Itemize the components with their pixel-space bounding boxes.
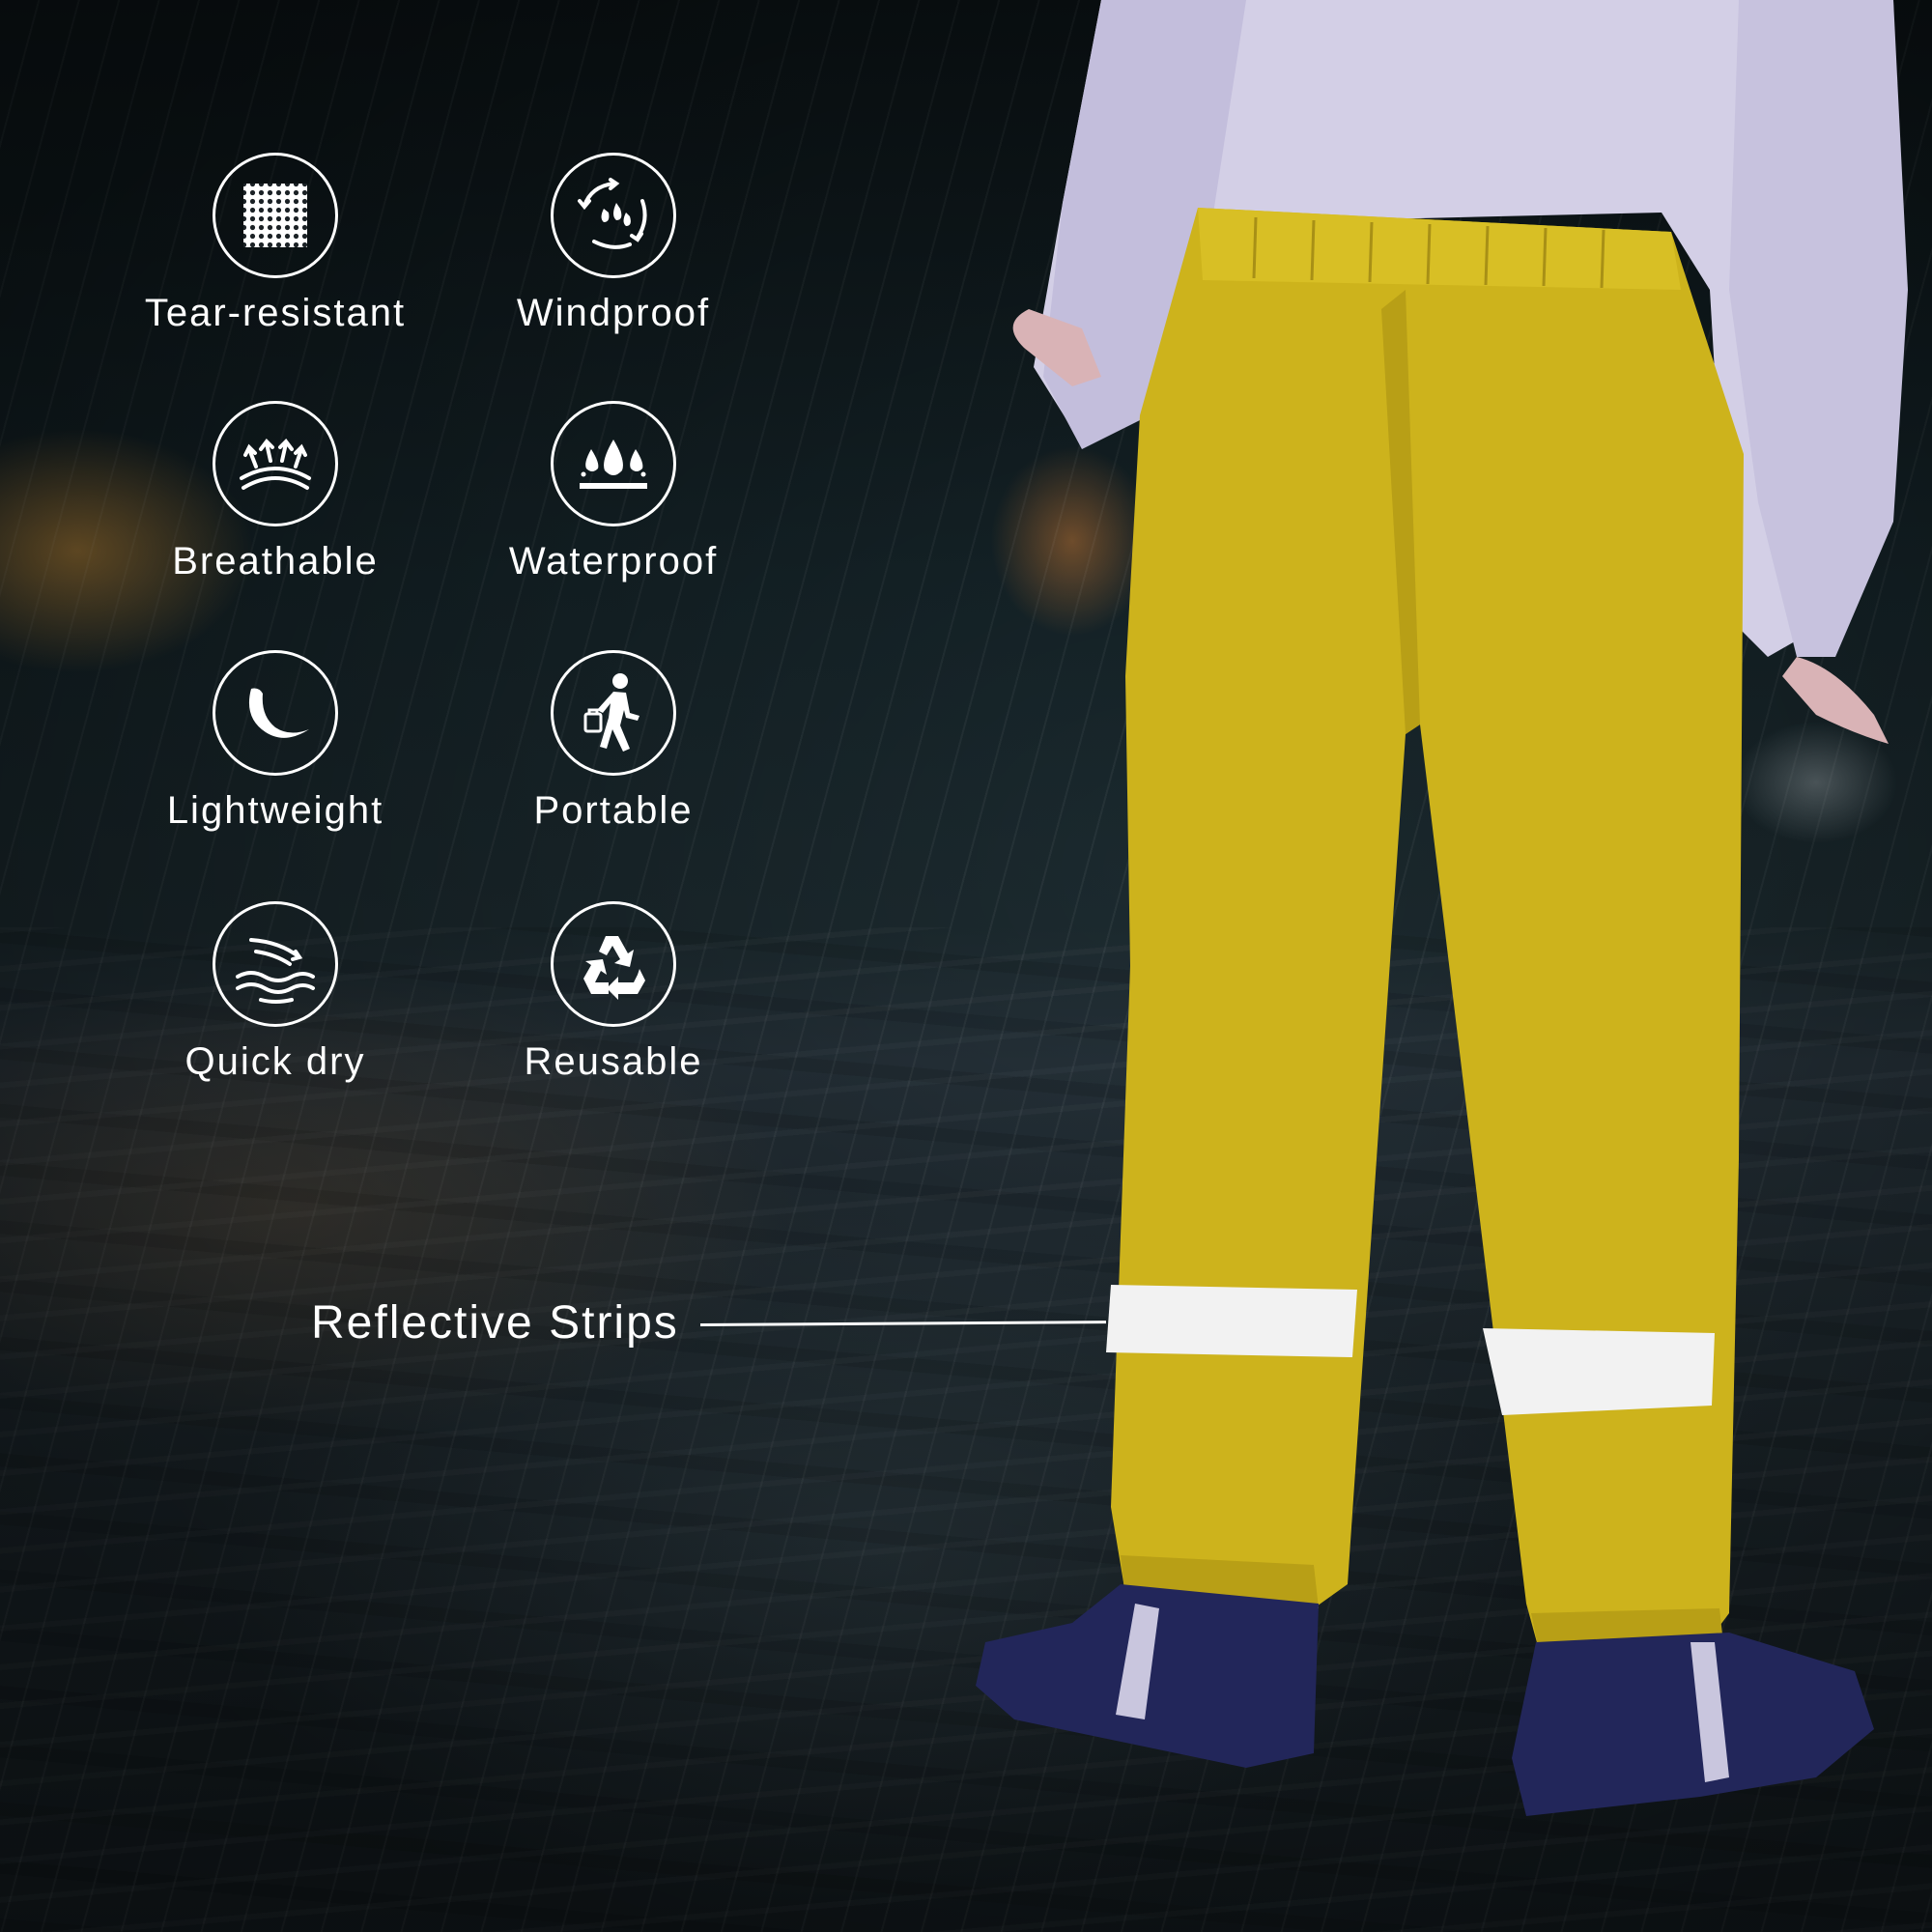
wind-waves-icon (213, 901, 338, 1027)
feature-lightweight: Lightweight (130, 650, 420, 833)
feature-label: Waterproof (508, 540, 719, 582)
feature-quick-dry: Quick dry (130, 901, 420, 1084)
feature-label: Breathable (172, 540, 379, 582)
feature-label: Quick dry (185, 1040, 366, 1083)
feature-label: Portable (533, 789, 694, 832)
feather-icon (213, 650, 338, 776)
mesh-grid-icon (213, 153, 338, 278)
wind-cycle-icon (551, 153, 676, 278)
feature-windproof: Windproof (469, 153, 758, 335)
left-reflective-strip (1106, 1285, 1357, 1357)
right-reflective-strip (1483, 1328, 1715, 1415)
feature-waterproof: Waterproof (469, 401, 758, 583)
breathable-arrows-icon (213, 401, 338, 526)
feature-label: Reusable (524, 1040, 703, 1083)
feature-label: Lightweight (166, 789, 384, 832)
feature-breathable: Breathable (130, 401, 420, 583)
right-hand (1782, 657, 1889, 744)
feature-label: Windproof (516, 292, 711, 334)
reflective-strips-label: Reflective Strips (311, 1297, 679, 1349)
feature-portable: Portable (469, 650, 758, 833)
feature-label: Tear-resistant (144, 292, 407, 334)
water-drops-icon (551, 401, 676, 526)
recycle-icon (551, 901, 676, 1027)
pants (1111, 208, 1744, 1657)
waistband (1198, 208, 1681, 290)
feature-tear-resistant: Tear-resistant (130, 153, 420, 335)
walking-person-icon (551, 650, 676, 776)
feature-reusable: Reusable (469, 901, 758, 1084)
product-scene: Tear-resistant Windproof Breathable Wate… (0, 0, 1932, 1932)
